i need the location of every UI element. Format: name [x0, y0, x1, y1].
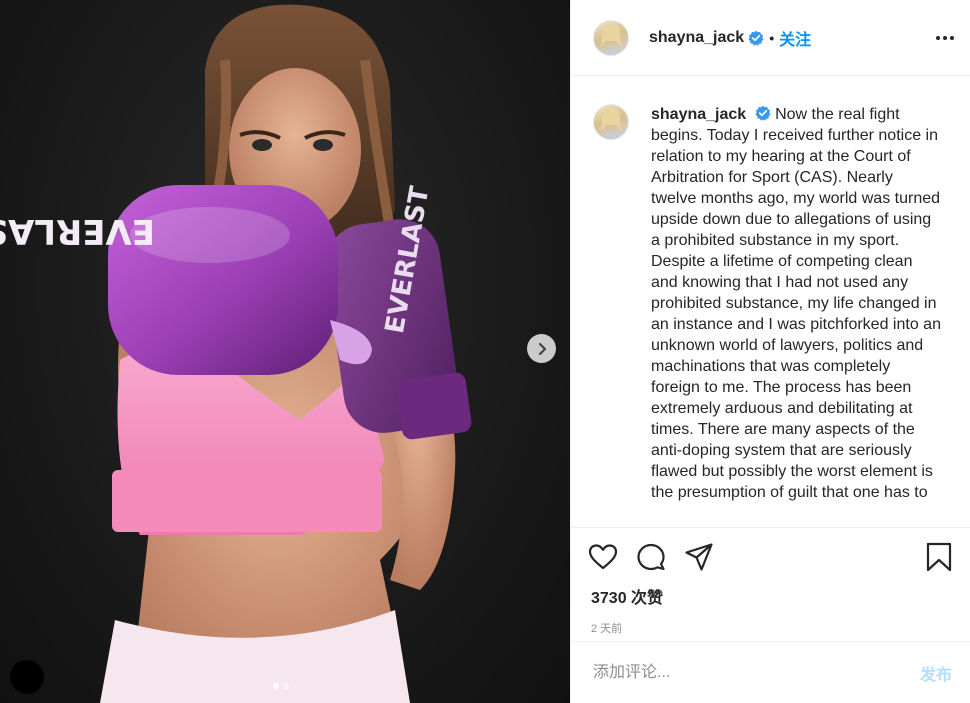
username-link[interactable]: shayna_jack	[649, 29, 744, 47]
post-timestamp[interactable]: 2 天前	[571, 608, 970, 636]
post-sidebar: shayna_jack • 关注 shayna_jack Now the rea…	[570, 0, 970, 703]
heart-icon[interactable]	[588, 542, 618, 572]
carousel-indicator	[273, 683, 289, 689]
verified-badge-icon	[748, 30, 764, 46]
follow-button[interactable]: 关注	[779, 26, 811, 50]
carousel-dot-active	[273, 683, 279, 689]
post-actions	[571, 528, 970, 572]
share-icon[interactable]	[684, 542, 714, 572]
overlay-circle	[10, 660, 44, 694]
caption-avatar[interactable]	[593, 104, 629, 140]
post-photo: EVERLAST EVERLAST	[0, 4, 472, 703]
post-caption: shayna_jack Now the real fight begins. T…	[651, 104, 941, 527]
comment-input[interactable]	[591, 662, 920, 683]
comment-icon[interactable]	[636, 542, 666, 572]
avatar-image	[600, 23, 622, 55]
avatar-image	[600, 107, 622, 139]
carousel-next-button[interactable]	[527, 334, 556, 363]
avatar[interactable]	[593, 19, 629, 56]
comments-section[interactable]: shayna_jack Now the real fight begins. T…	[571, 76, 970, 528]
more-options-icon[interactable]	[936, 30, 954, 46]
carousel-dot	[283, 683, 289, 689]
post-header: shayna_jack • 关注	[571, 0, 970, 76]
glove-brand-text: EVERLAST	[0, 211, 155, 251]
caption-text: Now the real fight begins. Today I recei…	[651, 106, 941, 501]
header-separator: •	[769, 29, 775, 46]
post-dialog: EVERLAST EVERLAST	[0, 0, 970, 703]
post-media[interactable]: EVERLAST EVERLAST	[0, 0, 570, 703]
add-comment-bar: 发布	[571, 641, 970, 703]
likes-count[interactable]: 3730 次赞	[571, 572, 970, 608]
verified-badge-icon	[755, 105, 771, 121]
chevron-right-icon	[538, 342, 546, 355]
post-comment-button[interactable]: 发布	[920, 661, 952, 685]
bookmark-icon[interactable]	[924, 542, 954, 572]
caption-username[interactable]: shayna_jack	[651, 106, 746, 123]
